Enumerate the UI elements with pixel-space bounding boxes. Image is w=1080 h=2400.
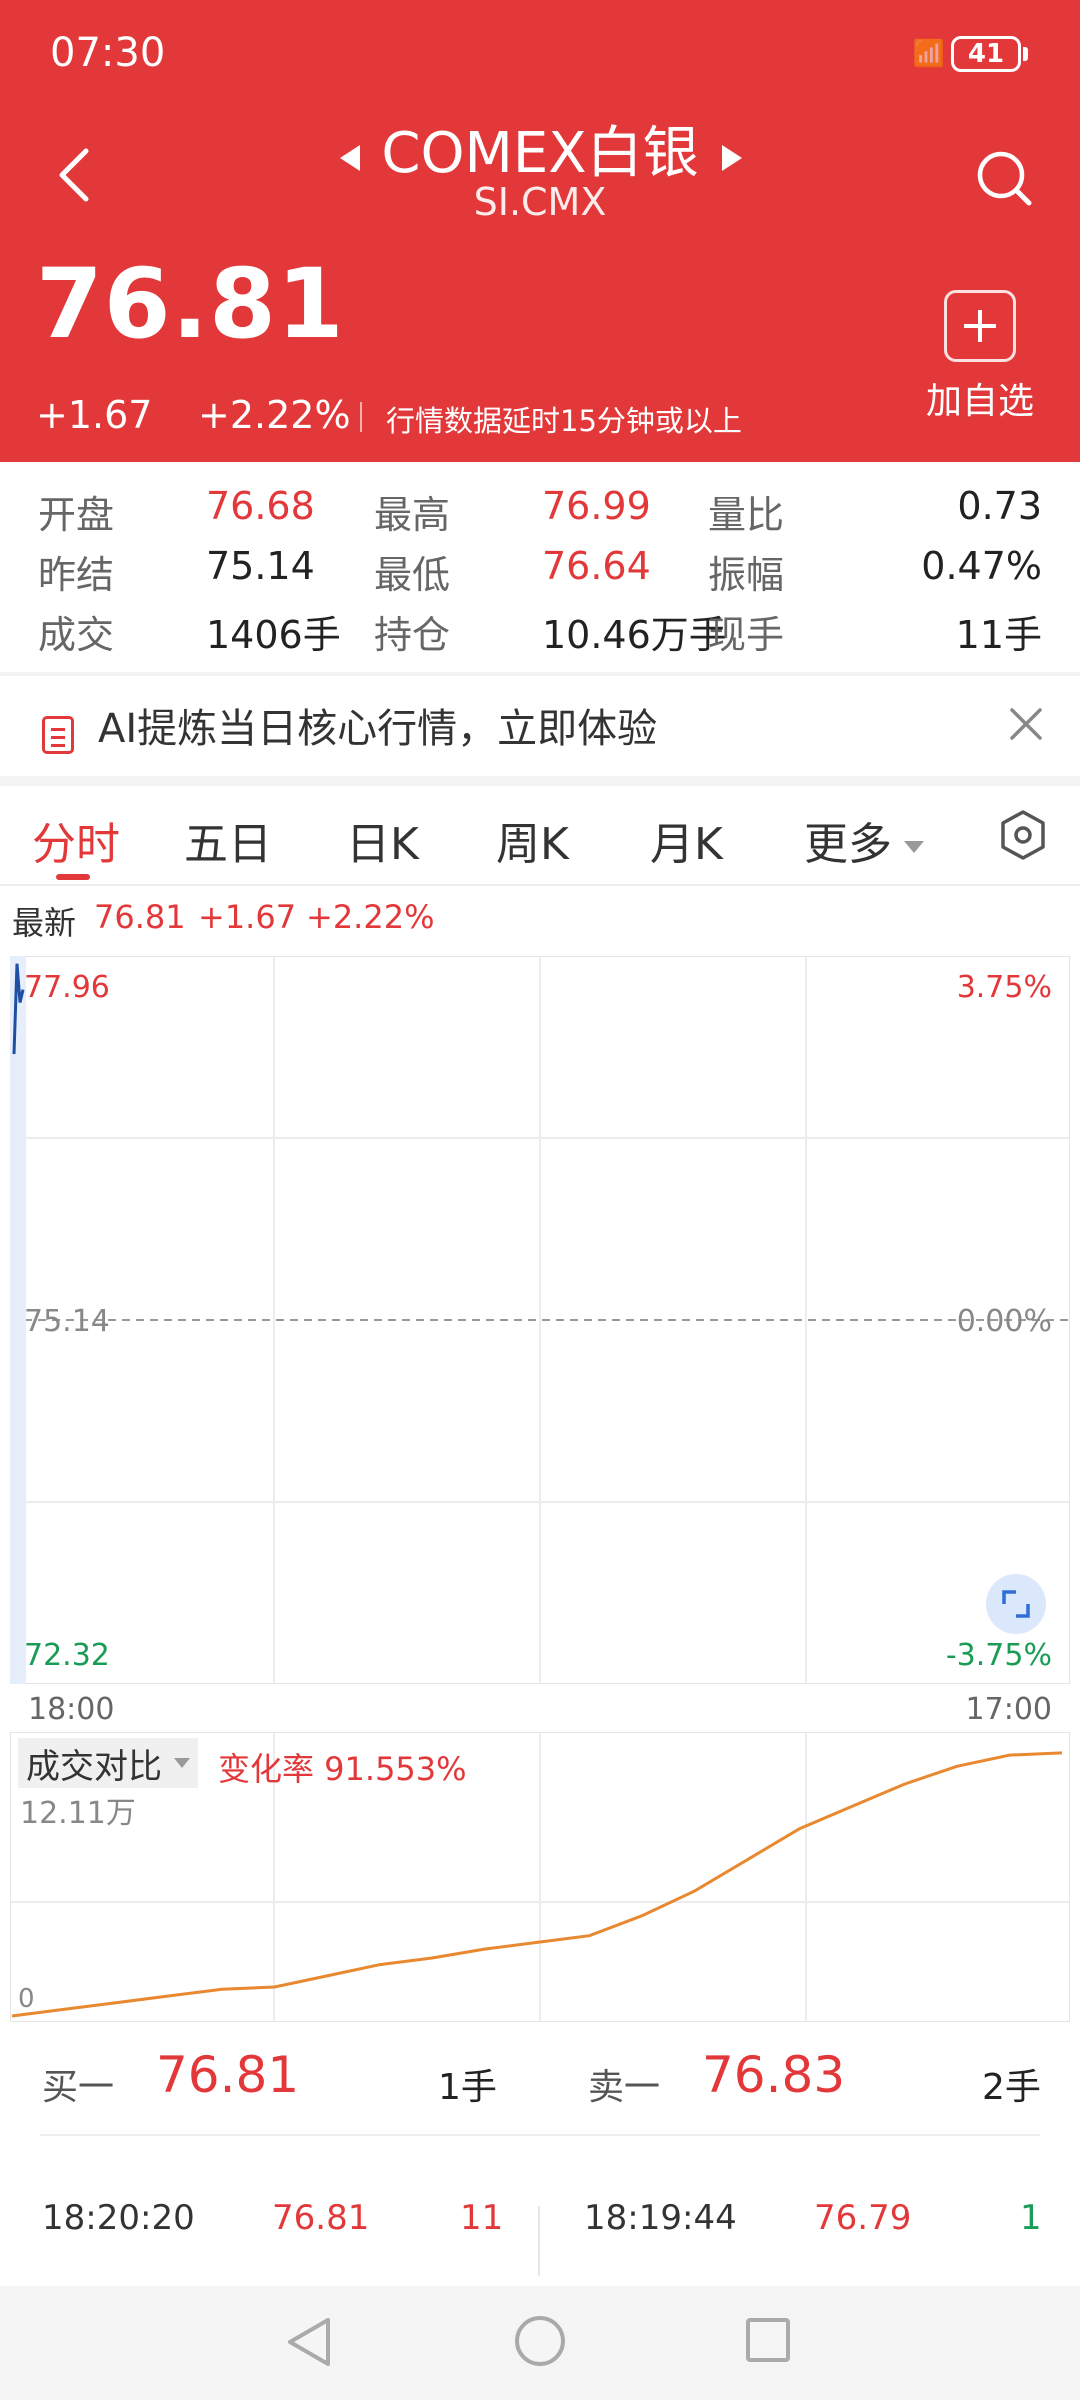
latest-label: 最新 [12,904,77,942]
nav-home-icon[interactable] [515,2316,565,2366]
tab-five-day[interactable]: 五日 [184,808,272,872]
trade-time: 18:20:20 [42,2198,195,2238]
tab-weekly-k[interactable]: 周K [496,808,569,872]
stat-label: 量比 [708,493,785,537]
instrument-code: SI.CMX [473,180,607,224]
price-change-pct: +2.22% [198,393,351,437]
quote-header: 07:30 📶 41 COMEX白银 SI.CMX 76.81 +1.67 +2… [0,0,1080,462]
stat-high: 76.99 [542,484,651,528]
trade-separator [538,2206,540,2276]
ask-price: 76.83 [702,2046,846,2104]
stat-prev-settle: 75.14 [206,544,315,588]
bid-qty: 1手 [438,2067,497,2108]
battery-tip [1023,47,1028,61]
tab-monthly-k[interactable]: 月K [650,808,723,872]
stat-label: 成交 [38,613,115,657]
axis-min-price: 72.32 [24,1638,110,1673]
status-icons: 📶 41 [913,36,1028,72]
ai-banner-text[interactable]: AI提炼当日核心行情，立即体验 [98,696,657,754]
caret-down-icon [174,1758,190,1768]
status-time: 07:30 [50,30,166,76]
stat-amplitude: 0.47% [921,544,1042,588]
stat-volume-ratio: 0.73 [957,484,1042,528]
stat-open: 76.68 [206,484,315,528]
volume-axis-max: 12.11万 [20,1796,136,1831]
stat-volume: 1406手 [206,613,341,657]
axis-min-pct: -3.75% [945,1638,1052,1673]
book-divider [40,2134,1040,2136]
add-watchlist-label[interactable]: 加自选 [926,372,1034,424]
intraday-price-chart[interactable] [10,956,1070,1684]
latest-change-pct: +2.22% [306,898,435,936]
latest-price: 76.81 [94,898,186,936]
tab-active-indicator [56,874,90,880]
stat-label: 持仓 [374,613,451,657]
axis-time-end: 17:00 [965,1692,1052,1727]
document-icon [42,716,74,754]
stat-label: 振幅 [708,553,785,597]
tab-intraday[interactable]: 分时 [32,808,120,872]
fullscreen-icon[interactable] [986,1574,1046,1634]
nav-back-icon[interactable] [284,2314,334,2370]
nav-recent-apps-icon[interactable] [746,2318,790,2362]
volume-change-rate: 变化率 91.553% [218,1750,467,1788]
ask-label: 卖一 [588,2067,661,2108]
volume-compare-label: 成交对比 [26,1746,162,1787]
axis-max-price: 77.96 [24,970,110,1005]
delay-separator [360,402,362,432]
close-icon[interactable] [1006,704,1046,744]
stat-label: 开盘 [38,493,115,537]
bid-price: 76.81 [156,2046,300,2104]
signal-icon: 📶 [912,39,945,69]
trade-qty: 1 [1020,2198,1042,2238]
stat-current-hand: 11手 [955,613,1042,657]
tab-daily-k[interactable]: 日K [346,808,419,872]
stat-label: 昨结 [38,553,115,597]
settings-hexagon-icon[interactable] [998,808,1048,862]
trade-qty: 11 [460,2198,504,2238]
trade-price: 76.81 [272,2198,370,2238]
add-watchlist-button[interactable] [944,290,1016,362]
trade-price: 76.79 [814,2198,912,2238]
price-change-abs: +1.67 [36,393,153,437]
bid-label: 买一 [42,2067,115,2108]
stat-label: 现手 [708,613,785,657]
axis-ref-price: 75.14 [24,1304,110,1339]
section-divider [0,776,1080,786]
tab-more[interactable]: 更多 [804,808,924,872]
search-icon[interactable] [974,148,1034,208]
battery-level: 41 [967,39,1005,69]
instrument-title: COMEX白银 [381,121,699,186]
tab-more-label: 更多 [804,819,892,870]
volume-compare-dropdown[interactable]: 成交对比 [18,1738,198,1788]
axis-ref-pct: 0.00% [956,1304,1052,1339]
next-instrument-icon[interactable] [722,145,742,171]
trade-time: 18:19:44 [584,2198,737,2238]
quote-stats: 开盘 76.68 最高 76.99 量比 0.73 昨结 75.14 最低 76… [0,462,1080,672]
axis-max-pct: 3.75% [956,970,1052,1005]
battery-icon: 41 [951,36,1021,72]
volume-axis-zero: 0 [18,1984,35,2014]
stat-label: 最低 [374,553,451,597]
stat-low: 76.64 [542,544,651,588]
last-price: 76.81 [36,248,345,360]
axis-time-start: 18:00 [28,1692,115,1727]
caret-down-icon [904,841,924,853]
stat-open-interest: 10.46万手 [542,613,727,657]
stat-label: 最高 [374,493,451,537]
delay-note: 行情数据延时15分钟或以上 [386,404,742,438]
latest-change-abs: +1.67 [198,898,297,936]
ask-qty: 2手 [982,2067,1041,2108]
